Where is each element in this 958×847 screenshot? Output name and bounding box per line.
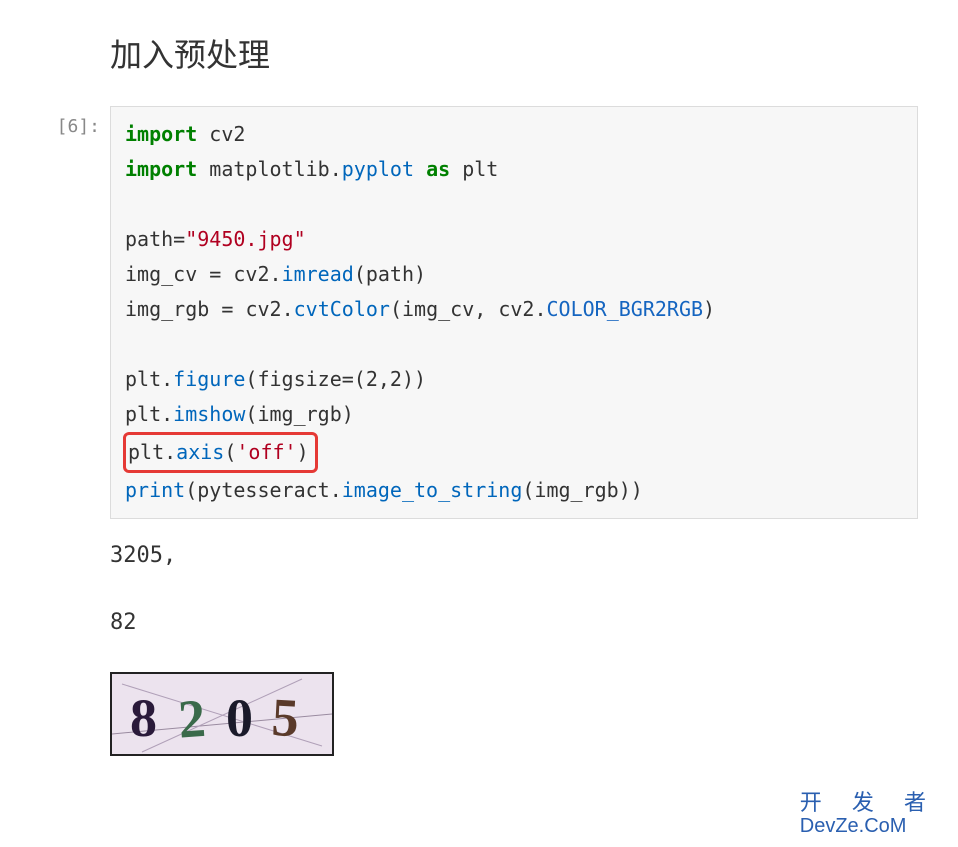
func-image-to-string: image_to_string [342,478,523,502]
module-ref: plt [128,440,164,464]
func-cvtcolor: cvtColor [294,297,390,321]
module-ref: cv2 [233,262,269,286]
module-matplotlib: matplotlib [209,157,329,181]
watermark-cn: 开 发 者 [800,791,938,815]
op-eq: = [173,227,185,251]
captcha-digit: 8 [130,688,157,748]
paren-open: ( [390,297,402,321]
args: (figsize=(2,2)) [245,367,426,391]
notebook-cell: [6]: import cv2 import matplotlib.pyplot… [40,106,918,519]
output-image-captcha: 8 2 0 5 [110,672,334,756]
module-ref: plt [125,367,161,391]
const-bgr2rgb: COLOR_BGR2RGB [547,297,704,321]
module-ref: pytesseract [197,478,329,502]
section-heading: 加入预处理 [110,30,918,76]
func-imshow: imshow [173,402,245,426]
keyword-import: import [125,157,197,181]
op-eq: = [221,297,233,321]
output-line-1: 3205, [110,537,918,574]
module-ref: cv2 [498,297,534,321]
keyword-import: import [125,122,197,146]
var-imgrgb: img_rgb [125,297,209,321]
args: (path) [354,262,426,286]
comma: , [474,297,498,321]
paren-close: ) [703,297,715,321]
highlighted-line: plt.axis('off') [123,432,318,473]
captcha-digit: 5 [270,687,300,748]
alias-plt: plt [462,157,498,181]
func-print: print [125,478,185,502]
submodule-pyplot: pyplot [342,157,414,181]
paren-close: ) [297,440,309,464]
string-literal: "9450.jpg" [185,227,305,251]
watermark: 开 发 者 DevZe.CoM [800,791,938,837]
cell-prompt: [6]: [40,106,110,137]
keyword-as: as [426,157,450,181]
func-figure: figure [173,367,245,391]
paren-close: ) [631,478,643,502]
func-axis: axis [176,440,224,464]
cell-output: 3205, 82 [110,537,918,642]
string-off: 'off' [236,440,296,464]
var-imgcv: img_cv [125,262,197,286]
paren-open: ( [185,478,197,502]
paren-open: ( [224,440,236,464]
args: (img_rgb) [245,402,353,426]
module-ref: plt [125,402,161,426]
output-line-2: 82 [110,604,918,641]
watermark-en: DevZe.CoM [800,815,938,837]
module-ref: cv2 [245,297,281,321]
captcha-digit: 2 [176,688,207,750]
captcha-digit: 0 [226,688,253,748]
func-imread: imread [282,262,354,286]
op-eq: = [209,262,221,286]
module-cv2: cv2 [209,122,245,146]
arg: img_cv [402,297,474,321]
var-path: path [125,227,173,251]
args: (img_rgb) [522,478,630,502]
code-input[interactable]: import cv2 import matplotlib.pyplot as p… [110,106,918,519]
